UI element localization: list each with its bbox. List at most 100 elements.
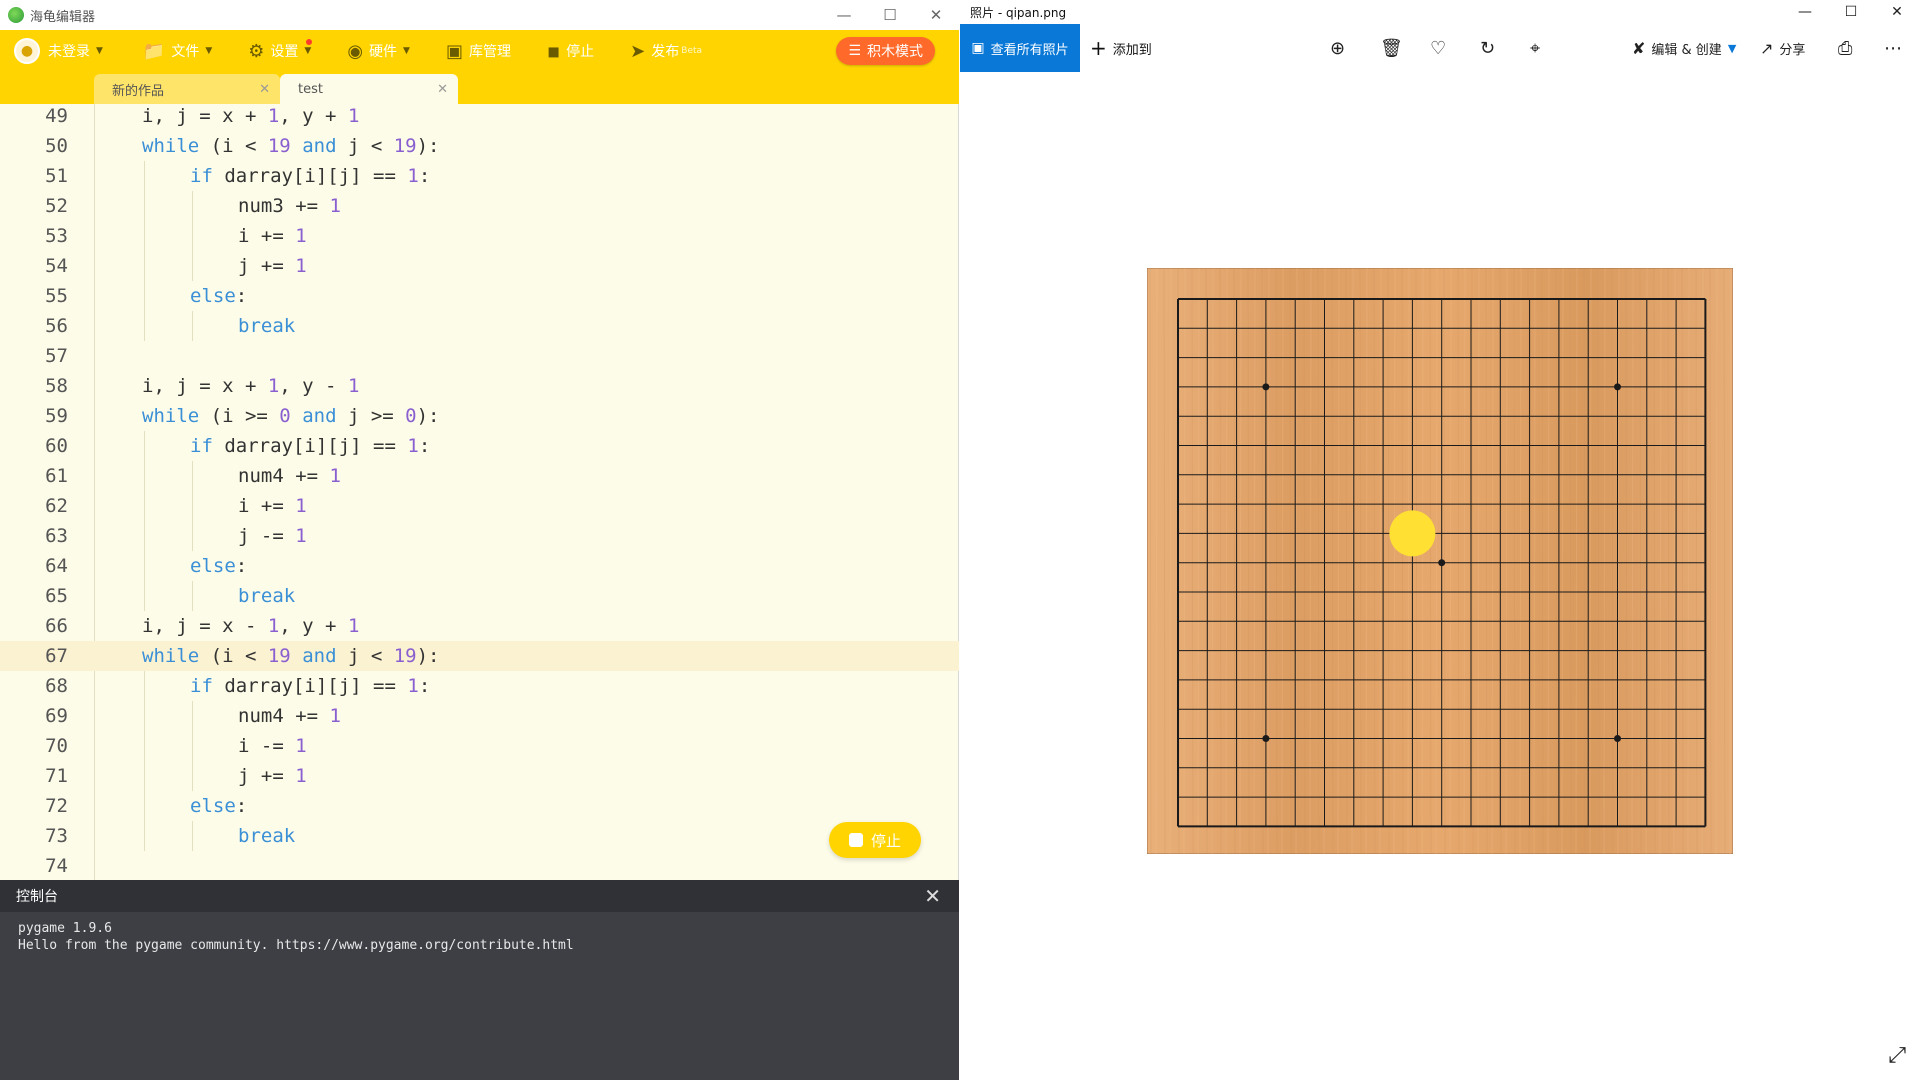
console-output: pygame 1.9.6 Hello from the pygame commu… <box>18 921 574 953</box>
stop-button[interactable]: ◾ 停止 <box>547 41 594 62</box>
code-line[interactable]: 71 j += 1 <box>0 761 959 791</box>
floating-stop-button[interactable]: 停止 <box>829 822 921 858</box>
console-close-icon[interactable]: ✕ <box>924 884 941 908</box>
code-text: j += 1 <box>238 255 307 277</box>
indent-guide <box>144 161 145 191</box>
favorite-icon[interactable]: ♡ <box>1430 24 1446 72</box>
code-line[interactable]: 54 j += 1 <box>0 251 959 281</box>
maximize-icon[interactable]: ☐ <box>1828 0 1874 24</box>
code-text: i, j = x - 1, y + 1 <box>142 615 360 637</box>
image-icon: ▣ <box>971 40 985 56</box>
indent-guide <box>144 461 145 491</box>
code-text: num4 += 1 <box>238 705 341 727</box>
code-line[interactable]: 50 while (i < 19 and j < 19): <box>0 131 959 161</box>
code-line[interactable]: 65 break <box>0 581 959 611</box>
line-number: 52 <box>45 195 68 217</box>
share-button[interactable]: ↗ 分享 <box>1760 24 1805 72</box>
caret-down-icon: ▼ <box>403 46 410 56</box>
zoom-icon[interactable]: ⊕ <box>1330 24 1345 72</box>
crop-icon[interactable]: ⌖ <box>1530 24 1540 72</box>
library-button[interactable]: ▣ 库管理 <box>446 41 511 62</box>
code-line[interactable]: 62 i += 1 <box>0 491 959 521</box>
code-line[interactable]: 49 i, j = x + 1, y + 1 <box>0 104 959 131</box>
file-menu[interactable]: 📁 文件 ▼ <box>143 41 212 62</box>
code-line[interactable]: 72 else: <box>0 791 959 821</box>
settings-menu[interactable]: ⚙ 设置 ▼ <box>248 38 313 62</box>
plus-icon: + <box>1090 36 1107 60</box>
line-number: 63 <box>45 525 68 547</box>
print-icon[interactable]: ⎙ <box>1838 24 1852 72</box>
code-line[interactable]: 70 i -= 1 <box>0 731 959 761</box>
code-line[interactable]: 66 i, j = x - 1, y + 1 <box>0 611 959 641</box>
tab-close-icon[interactable]: ✕ <box>259 82 270 97</box>
code-line[interactable]: 58 i, j = x + 1, y - 1 <box>0 371 959 401</box>
code-line[interactable]: 74 <box>0 851 959 880</box>
photos-titlebar: 照片 - qipan.png — ☐ ✕ <box>960 0 1920 24</box>
console-title: 控制台 <box>16 889 58 905</box>
view-all-photos-button[interactable]: ▣ 查看所有照片 <box>960 24 1080 72</box>
indent-guide <box>192 581 193 611</box>
code-line[interactable]: 53 i += 1 <box>0 221 959 251</box>
code-line[interactable]: 69 num4 += 1 <box>0 701 959 731</box>
add-to-button[interactable]: + 添加到 <box>1090 24 1152 72</box>
line-number: 67 <box>45 645 68 667</box>
library-label: 库管理 <box>468 44 511 60</box>
expand-icon[interactable]: ⤢ <box>1888 1043 1906 1068</box>
code-line[interactable]: 63 j -= 1 <box>0 521 959 551</box>
floating-stop-label: 停止 <box>870 831 901 850</box>
editor-titlebar: 海龟编辑器 — ☐ ✕ <box>0 0 959 30</box>
tab-new-work[interactable]: 新的作品 ✕ <box>94 74 280 104</box>
code-line[interactable]: 55 else: <box>0 281 959 311</box>
hardware-menu[interactable]: ◉ 硬件 ▼ <box>347 41 410 62</box>
share-label: 分享 <box>1779 42 1806 58</box>
block-mode-button[interactable]: ☰ 积木模式 <box>836 37 935 65</box>
code-text: num4 += 1 <box>238 465 341 487</box>
code-editor[interactable]: 49 i, j = x + 1, y + 1 50 while (i < 19 and… <box>0 104 959 880</box>
code-line[interactable]: 57 <box>0 341 959 371</box>
code-line[interactable]: 67 while (i < 19 and j < 19): <box>0 641 959 671</box>
code-text: else: <box>190 285 248 307</box>
tab-test[interactable]: test ✕ <box>280 74 458 104</box>
code-text: i, j = x + 1, y - 1 <box>142 375 360 397</box>
tab-label: 新的作品 <box>112 83 165 99</box>
line-number: 61 <box>45 465 68 487</box>
package-icon: ▣ <box>445 40 463 62</box>
code-line[interactable]: 52 num3 += 1 <box>0 191 959 221</box>
code-line[interactable]: 56 break <box>0 311 959 341</box>
line-number: 51 <box>45 165 68 187</box>
edit-create-menu[interactable]: ✘ 编辑 & 创建 ▼ <box>1632 24 1736 72</box>
close-icon[interactable]: ✕ <box>913 0 959 30</box>
line-number: 73 <box>45 825 68 847</box>
code-line[interactable]: 64 else: <box>0 551 959 581</box>
login-menu[interactable]: ● 未登录 ▼ <box>14 38 103 64</box>
line-number: 66 <box>45 615 68 637</box>
tab-close-icon[interactable]: ✕ <box>437 82 448 97</box>
star-point <box>1262 383 1270 391</box>
code-line[interactable]: 68 if darray[i][j] == 1: <box>0 671 959 701</box>
line-number: 68 <box>45 675 68 697</box>
code-line[interactable]: 59 while (i >= 0 and j >= 0): <box>0 401 959 431</box>
code-text: while (i < 19 and j < 19): <box>142 135 440 157</box>
code-line[interactable]: 73 break <box>0 821 959 851</box>
minimize-icon[interactable]: — <box>821 0 867 30</box>
indent-guide <box>144 281 145 311</box>
code-text: i, j = x + 1, y + 1 <box>142 105 360 127</box>
delete-icon[interactable]: 🗑 <box>1380 24 1403 72</box>
indent-guide <box>144 581 145 611</box>
line-number: 69 <box>45 705 68 727</box>
code-line[interactable]: 61 num4 += 1 <box>0 461 959 491</box>
chevron-down-icon: ▼ <box>1727 41 1737 55</box>
code-line[interactable]: 60 if darray[i][j] == 1: <box>0 431 959 461</box>
code-line[interactable]: 51 if darray[i][j] == 1: <box>0 161 959 191</box>
more-icon[interactable]: ⋯ <box>1884 24 1902 72</box>
code-text: i += 1 <box>238 495 307 517</box>
console-header: 控制台 ✕ <box>0 880 959 912</box>
line-number: 56 <box>45 315 68 337</box>
line-number: 50 <box>45 135 68 157</box>
close-icon[interactable]: ✕ <box>1874 0 1920 24</box>
rotate-icon[interactable]: ↻ <box>1480 24 1495 72</box>
robot-icon: ◉ <box>347 40 364 62</box>
publish-button[interactable]: ➤ 发布 Beta <box>630 41 702 62</box>
maximize-icon[interactable]: ☐ <box>867 0 913 30</box>
minimize-icon[interactable]: — <box>1782 0 1828 24</box>
